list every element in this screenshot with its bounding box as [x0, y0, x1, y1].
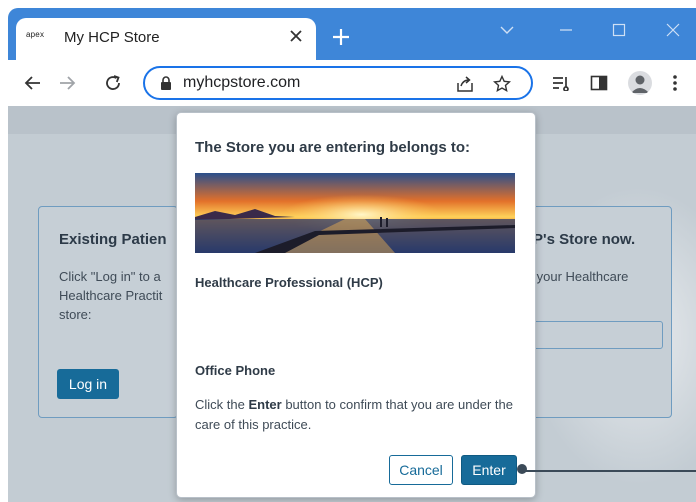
enter-button[interactable]: Enter	[461, 455, 517, 485]
browser-window: apex My HCP Store myhcpstore.com Existin…	[8, 8, 696, 502]
sunset-pier-image	[195, 173, 515, 253]
browser-tab[interactable]: apex My HCP Store	[16, 18, 316, 60]
store-code-input[interactable]	[533, 321, 663, 349]
browser-toolbar: myhcpstore.com	[8, 60, 696, 106]
practice-name: Healthcare Professional (HCP)	[195, 275, 383, 290]
hcp-store-card: P's Store now. your Healthcare	[528, 206, 672, 418]
confirm-text-before: Click the	[195, 397, 249, 412]
minimize-icon[interactable]	[554, 20, 578, 40]
bookmark-star-icon[interactable]	[492, 74, 512, 94]
tab-favicon: apex	[26, 30, 45, 39]
reading-list-icon[interactable]	[550, 72, 572, 94]
cancel-button[interactable]: Cancel	[389, 455, 453, 485]
close-window-icon[interactable]	[661, 20, 685, 40]
hcp-store-heading: P's Store now.	[533, 231, 636, 248]
existing-patient-card: Existing Patien Click "Log in" to a Heal…	[38, 206, 178, 418]
confirm-text-bold: Enter	[248, 397, 282, 412]
side-panel-icon[interactable]	[588, 72, 610, 94]
back-icon[interactable]	[20, 70, 46, 96]
share-icon[interactable]	[455, 74, 475, 94]
office-phone-label: Office Phone	[195, 363, 276, 378]
lock-icon[interactable]	[160, 76, 172, 96]
menu-kebab-icon[interactable]	[664, 72, 686, 94]
new-tab-icon[interactable]	[330, 26, 352, 48]
url-text: myhcpstore.com	[183, 74, 301, 91]
callout-line	[524, 470, 696, 472]
tab-close-icon[interactable]	[286, 26, 306, 46]
reload-icon[interactable]	[100, 70, 126, 96]
store-confirmation-dialog: The Store you are entering belongs to: H…	[176, 112, 536, 498]
dialog-title: The Store you are entering belongs to:	[195, 139, 471, 156]
tab-search-icon[interactable]	[495, 20, 519, 40]
tab-title: My HCP Store	[64, 29, 160, 46]
forward-icon[interactable]	[54, 70, 80, 96]
address-bar[interactable]: myhcpstore.com	[143, 66, 533, 100]
confirm-instructions: Click the Enter button to confirm that y…	[195, 395, 515, 435]
existing-patient-text: Click "Log in" to a Healthcare Practit s…	[59, 269, 163, 322]
callout-dot	[517, 464, 527, 474]
profile-avatar-icon[interactable]	[628, 71, 652, 95]
title-bar: apex My HCP Store	[8, 8, 696, 60]
maximize-icon[interactable]	[607, 20, 631, 40]
existing-patient-heading: Existing Patien	[59, 231, 167, 248]
hcp-store-text: your Healthcare	[533, 269, 629, 284]
login-button[interactable]: Log in	[57, 369, 119, 399]
